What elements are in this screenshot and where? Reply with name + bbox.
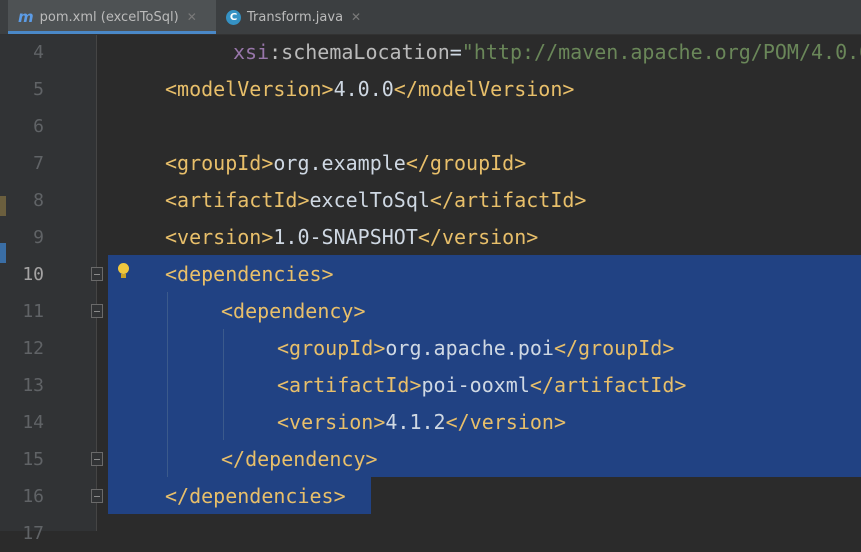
code-token: <artifactId> — [277, 373, 422, 397]
tab-pom-xml[interactable]: m pom.xml (excelToSql) ✕ — [8, 0, 216, 34]
code-token: xsi — [233, 40, 270, 64]
code-text: <artifactId>poi-ooxml</artifactId> — [277, 367, 686, 404]
code-token: 4.1.2 — [385, 410, 446, 434]
tab-label-transform-java: Transform.java — [247, 9, 344, 25]
code-line: 15 </dependency> — [0, 441, 861, 478]
line-number: 5 — [33, 79, 44, 100]
code-token: <dependencies> — [165, 262, 334, 286]
code-token: </dependency> — [221, 447, 378, 471]
code-line: 11 <dependency> — [0, 293, 861, 330]
line-number: 17 — [22, 523, 44, 544]
fold-collapse-icon[interactable] — [91, 267, 103, 281]
close-icon[interactable]: ✕ — [351, 10, 361, 24]
code-token: <artifactId> — [165, 188, 310, 212]
line-number: 11 — [22, 301, 44, 322]
code-text: <dependency> — [221, 293, 366, 330]
lightbulb-icon[interactable] — [118, 263, 129, 278]
code-token: org.apache.poi — [385, 336, 554, 360]
code-token: "http://maven.apache.org/POM/4.0.0" — [461, 40, 861, 64]
line-number: 13 — [22, 375, 44, 396]
line-number: 9 — [33, 227, 44, 248]
code-text: <modelVersion>4.0.0</modelVersion> — [165, 71, 574, 108]
code-token: excelToSql — [309, 188, 430, 212]
code-line: 5 <modelVersion>4.0.0</modelVersion> — [0, 71, 861, 108]
code-text: <version>4.1.2</version> — [277, 404, 566, 441]
code-text: xsi:schemaLocation="http://maven.apache.… — [233, 34, 861, 71]
fold-end-icon[interactable] — [91, 489, 103, 503]
code-text: </dependency> — [221, 441, 378, 478]
code-line: 10 <dependencies> — [0, 256, 861, 293]
code-token: <groupId> — [165, 151, 274, 175]
code-token: :schemaLocation — [269, 40, 450, 64]
code-token: 4.0.0 — [333, 77, 394, 101]
line-number: 10 — [22, 264, 44, 285]
code-token: </version> — [417, 225, 539, 249]
line-number: 8 — [33, 190, 44, 211]
code-token: </groupId> — [405, 151, 527, 175]
code-token: </dependencies> — [165, 484, 346, 508]
code-text: <dependencies> — [165, 256, 334, 293]
code-line: 4 xsi:schemaLocation="http://maven.apach… — [0, 34, 861, 71]
code-line: 7 <groupId>org.example</groupId> — [0, 145, 861, 182]
code-token: = — [449, 40, 462, 64]
code-line: 8 <artifactId>excelToSql</artifactId> — [0, 182, 861, 219]
maven-m-icon: m — [18, 8, 34, 26]
code-line: 16 </dependencies> — [0, 478, 861, 515]
line-number: 4 — [33, 42, 44, 63]
line-number: 14 — [22, 412, 44, 433]
code-line: 17 — [0, 515, 861, 552]
code-token: 1.0-SNAPSHOT — [273, 225, 418, 249]
code-token: </groupId> — [553, 336, 675, 360]
code-text: <version>1.0-SNAPSHOT</version> — [165, 219, 538, 256]
fold-end-icon[interactable] — [91, 452, 103, 466]
code-line: 12 <groupId>org.apache.poi</groupId> — [0, 330, 861, 367]
editor-tab-bar: m pom.xml (excelToSql) ✕ C Transform.jav… — [0, 0, 861, 35]
line-number: 12 — [22, 338, 44, 359]
tab-transform-java[interactable]: C Transform.java ✕ — [218, 0, 368, 34]
code-line: 6 — [0, 108, 861, 145]
line-number: 7 — [33, 153, 44, 174]
tab-label-pom-xml: pom.xml (excelToSql) — [39, 9, 179, 25]
code-line: 14 <version>4.1.2</version> — [0, 404, 861, 441]
code-text: </dependencies> — [165, 478, 346, 515]
code-text: <groupId>org.example</groupId> — [165, 145, 526, 182]
code-line: 13 <artifactId>poi-ooxml</artifactId> — [0, 367, 861, 404]
java-class-icon: C — [226, 9, 241, 25]
code-token: </artifactId> — [429, 188, 587, 212]
code-token: <groupId> — [277, 336, 386, 360]
line-number: 6 — [33, 116, 44, 137]
code-token: </artifactId> — [529, 373, 687, 397]
code-token: <modelVersion> — [165, 77, 334, 101]
code-token: </modelVersion> — [393, 77, 575, 101]
code-token: <dependency> — [221, 299, 366, 323]
code-token: poi-ooxml — [421, 373, 530, 397]
line-number: 16 — [22, 486, 44, 507]
line-number: 15 — [22, 449, 44, 470]
code-token: <version> — [165, 225, 274, 249]
close-icon[interactable]: ✕ — [187, 10, 197, 24]
code-text: <artifactId>excelToSql</artifactId> — [165, 182, 586, 219]
code-text: <groupId>org.apache.poi</groupId> — [277, 330, 674, 367]
code-token: </version> — [445, 410, 567, 434]
code-token: org.example — [273, 151, 406, 175]
code-token: <version> — [277, 410, 386, 434]
fold-collapse-icon[interactable] — [91, 304, 103, 318]
code-line: 9 <version>1.0-SNAPSHOT</version> — [0, 219, 861, 256]
